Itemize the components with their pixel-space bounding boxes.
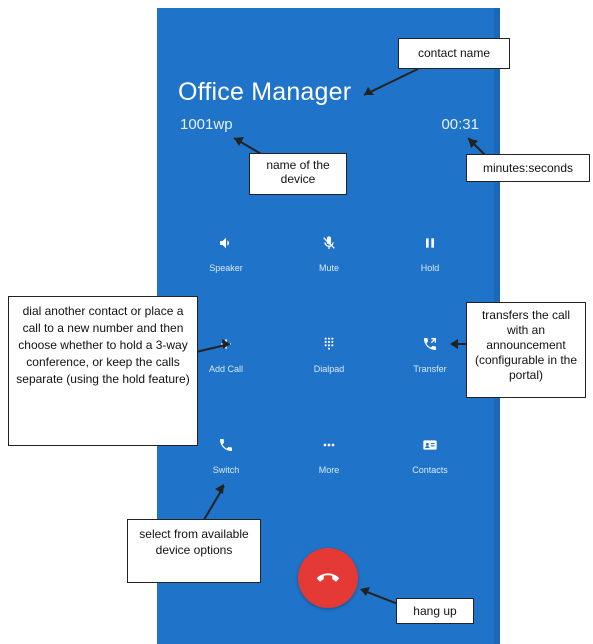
transfer-label: Transfer [413,364,447,374]
speaker-label: Speaker [209,263,243,273]
hang-up-button[interactable] [298,548,358,608]
more-label: More [318,465,340,475]
callout-timer: minutes:seconds [466,154,590,182]
phone-icon [186,431,266,459]
add-call-label: Add Call [208,364,244,374]
contact-card-icon [390,431,470,459]
more-button[interactable]: More [289,431,369,475]
callout-hang-up: hang up [396,598,474,624]
contacts-button[interactable]: Contacts [390,431,470,475]
hang-up-icon [317,567,339,589]
more-dots-icon [289,431,369,459]
pause-icon [390,229,470,257]
speaker-icon [186,229,266,257]
phone-transfer-icon [390,330,470,358]
callout-switch: select from available device options [127,519,261,583]
contact-name: Office Manager [178,78,352,106]
contacts-label: Contacts [412,465,448,475]
mic-off-icon [289,229,369,257]
callout-add-call: dial another contact or place a call to … [8,296,198,446]
mute-button[interactable]: Mute [289,229,369,273]
dialpad-button[interactable]: Dialpad [289,330,369,374]
dialpad-icon [289,330,369,358]
callout-contact-name: contact name [398,38,510,69]
device-name: 1001wp [180,116,233,133]
transfer-button[interactable]: Transfer [390,330,470,374]
switch-label: Switch [212,465,240,475]
hold-button[interactable]: Hold [390,229,470,273]
switch-button[interactable]: Switch [186,431,266,475]
hold-label: Hold [420,263,440,273]
dialpad-label: Dialpad [313,364,345,374]
call-timer: 00:31 [441,116,479,133]
callout-transfer: transfers the call with an announcement … [466,302,586,398]
speaker-button[interactable]: Speaker [186,229,266,273]
callout-device-name: name of the device [249,153,347,195]
mute-label: Mute [318,263,339,273]
add-call-button[interactable]: Add Call [186,330,266,374]
plus-icon [186,330,266,358]
